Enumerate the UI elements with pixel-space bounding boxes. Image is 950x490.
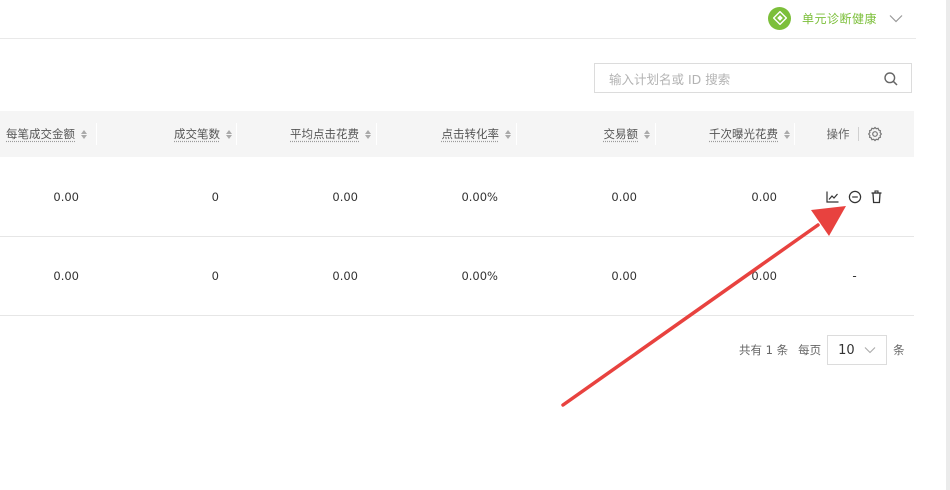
- cell-click-conversion-rate: 0.00%: [461, 190, 498, 204]
- cell-transaction-amount: 0.00: [611, 190, 637, 204]
- sort-icon[interactable]: [365, 129, 371, 139]
- column-header-avg-click-cost[interactable]: 平均点击花费: [236, 111, 371, 157]
- cell-transaction-amount: 0.00: [611, 269, 637, 283]
- sort-icon[interactable]: [226, 129, 232, 139]
- pagination: 共有 1 条 每页 10 条: [739, 334, 905, 366]
- row-actions: -: [795, 237, 914, 315]
- column-header-operations: 操作: [795, 111, 914, 157]
- minus-circle-icon[interactable]: [847, 189, 863, 205]
- window-right-edge: [946, 0, 950, 490]
- row-actions: [795, 158, 914, 236]
- cell-cpm: 0.00: [751, 269, 777, 283]
- plan-search-box: [594, 63, 912, 93]
- cell-deal-count: 0: [211, 269, 219, 283]
- table-row: 0.00 0 0.00 0.00% 0.00 0.00 -: [0, 237, 914, 316]
- no-actions-dash: -: [852, 269, 857, 283]
- column-header-avg-deal-amount[interactable]: 每笔成交金额: [0, 111, 87, 157]
- chevron-down-icon: [864, 346, 876, 354]
- cell-avg-click-cost: 0.00: [332, 190, 358, 204]
- gear-icon[interactable]: [867, 126, 883, 142]
- sort-icon[interactable]: [784, 129, 790, 139]
- cell-avg-deal-amount: 0.00: [53, 269, 79, 283]
- search-icon[interactable]: [883, 71, 899, 87]
- trash-icon[interactable]: [869, 189, 885, 205]
- column-header-transaction-amount[interactable]: 交易额: [516, 111, 650, 157]
- chevron-down-icon: [889, 13, 903, 23]
- column-header-click-conversion-rate[interactable]: 点击转化率: [376, 111, 511, 157]
- cell-cpm: 0.00: [751, 190, 777, 204]
- unit-diagnosis-label: 单元诊断健康: [802, 11, 878, 26]
- per-page-unit: 条: [893, 343, 905, 357]
- per-page-label: 每页: [798, 343, 822, 357]
- cell-click-conversion-rate: 0.00%: [461, 269, 498, 283]
- health-diamond-icon: [768, 6, 791, 30]
- sort-icon[interactable]: [81, 129, 87, 139]
- page-size-value: 10: [838, 342, 855, 358]
- cell-avg-click-cost: 0.00: [332, 269, 358, 283]
- sort-icon[interactable]: [644, 129, 650, 139]
- column-header-deal-count[interactable]: 成交笔数: [96, 111, 232, 157]
- plan-search-input[interactable]: [607, 69, 871, 89]
- cell-deal-count: 0: [211, 190, 219, 204]
- chart-icon[interactable]: [825, 189, 841, 205]
- table-row: 0.00 0 0.00 0.00% 0.00 0.00: [0, 158, 914, 237]
- page-size-select[interactable]: 10: [827, 335, 888, 365]
- sort-icon[interactable]: [505, 129, 511, 139]
- total-count: 共有 1 条: [739, 343, 789, 357]
- column-header-cpm[interactable]: 千次曝光花费: [655, 111, 790, 157]
- unit-diagnosis-dropdown[interactable]: 单元诊断健康: [768, 6, 903, 30]
- table-header: 每笔成交金额 成交笔数 平均点击花费 点击转化率 交易额 千次曝光花费 操作: [0, 111, 914, 157]
- cell-avg-deal-amount: 0.00: [53, 190, 79, 204]
- header-divider: [0, 38, 916, 39]
